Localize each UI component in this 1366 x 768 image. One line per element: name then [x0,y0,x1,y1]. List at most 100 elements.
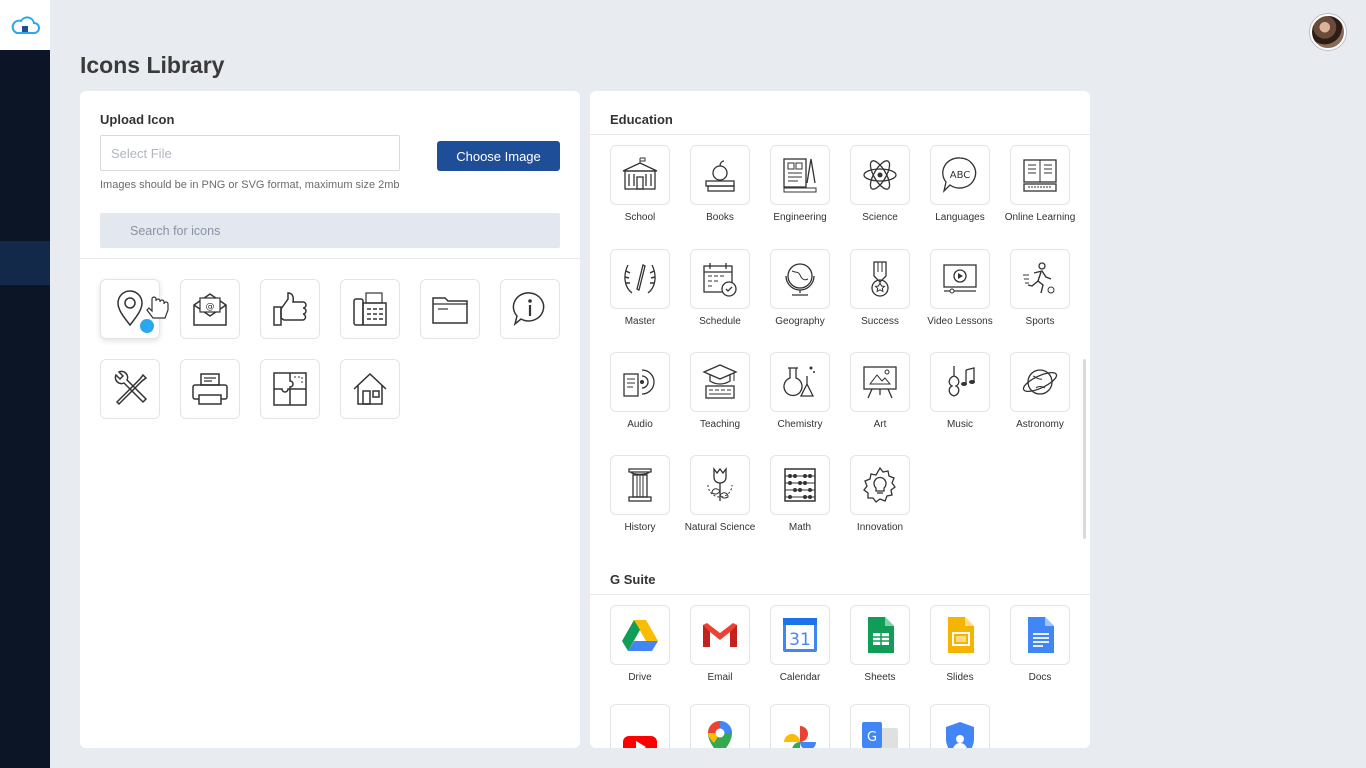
category-label: Languages [935,212,985,223]
choose-image-button[interactable]: Choose Image [437,141,560,171]
rail-active-item[interactable] [0,241,50,285]
youtube-icon [623,736,657,748]
category-label: Chemistry [777,419,823,430]
category-item-sheets[interactable]: Sheets [850,605,910,684]
category-item-music[interactable]: Music [930,352,990,431]
category-item-natural-science[interactable]: Natural Science [685,455,755,534]
drive-icon [622,620,658,651]
category-label: Innovation [856,522,904,533]
house-icon-tile[interactable] [340,359,400,419]
category-item-translate[interactable]: G [850,704,910,748]
translate-icon: G [862,722,898,748]
books-icon [705,160,735,192]
translate-glyph: G [867,730,877,745]
category-item-docs[interactable]: Docs [1010,605,1070,684]
category-label: History [624,522,656,533]
folder-icon-tile[interactable] [420,279,480,339]
category-item-innovation[interactable]: Innovation [850,455,910,534]
calendar-icon: 31 [783,618,817,652]
divider [590,134,1090,135]
easel-icon [863,366,897,399]
category-label: Master [624,316,656,327]
thumbs-up-icon-tile[interactable] [260,279,320,339]
online-learning-icon [1023,159,1057,192]
category-item-sports[interactable]: Sports [1010,249,1070,328]
category-label: Art [873,419,887,430]
category-label: Books [706,212,734,223]
category-item-books[interactable]: Books [690,145,750,224]
violin-icon [948,366,975,397]
engineering-icon [783,158,817,193]
category-item-art[interactable]: Art [850,352,910,431]
category-label: Geography [775,316,825,327]
category-item-maps[interactable] [690,704,750,748]
page-title: Icons Library [80,52,225,78]
printer-icon [192,373,228,405]
category-item-astronomy[interactable]: Astronomy [1010,352,1070,431]
photos-icon [784,726,816,748]
category-label: Sheets [864,672,896,683]
puzzle-icon [273,372,307,406]
planet-icon [1022,369,1058,395]
flask-icon [783,366,815,397]
mail-icon-tile[interactable]: @ [180,279,240,339]
globe-icon [785,263,815,296]
category-label: Success [861,316,899,327]
gsuite-section-title: G Suite [610,572,656,587]
category-label: Schedule [699,316,741,327]
category-label: Music [946,419,974,430]
category-label: Math [788,522,812,533]
printer-icon-tile[interactable] [180,359,240,419]
category-item-success[interactable]: Success [850,249,910,328]
category-item-admin[interactable] [930,704,990,748]
category-item-teaching[interactable]: Teaching [690,352,750,431]
category-item-photos[interactable] [770,704,830,748]
category-item-video-lessons[interactable]: Video Lessons [927,249,993,328]
puzzle-icon-tile[interactable] [260,359,320,419]
fax-icon-tile[interactable] [340,279,400,339]
category-item-online-learning[interactable]: Online Learning [1005,145,1075,224]
languages-icon: ABC [942,157,977,194]
category-item-schedule[interactable]: Schedule [690,249,750,328]
avatar[interactable] [1310,14,1346,50]
category-item-youtube[interactable] [610,704,670,748]
category-item-science[interactable]: Science [850,145,910,224]
category-item-engineering[interactable]: Engineering [770,145,830,224]
tools-icon [114,370,148,406]
hand-cursor-icon [146,296,169,319]
category-label: Audio [627,419,653,430]
category-item-calendar[interactable]: 31 Calendar [770,605,830,684]
divider [80,258,580,259]
category-label: Slides [946,672,974,683]
info-bubble-icon-tile[interactable] [500,279,560,339]
category-item-email[interactable]: Email [690,605,750,684]
upload-panel: Upload Icon Choose Image Images should b… [80,91,580,748]
category-label: Astronomy [1016,419,1064,430]
category-item-chemistry[interactable]: Chemistry [770,352,830,431]
category-label: Drive [628,672,652,683]
category-item-school[interactable]: School [610,145,670,224]
category-label: Natural Science [684,522,756,533]
category-item-math[interactable]: Math [770,455,830,534]
tools-icon-tile[interactable] [100,359,160,419]
category-item-audio[interactable]: Audio [610,352,670,431]
category-item-slides[interactable]: Slides [930,605,990,684]
app-logo[interactable] [0,0,50,50]
category-item-master[interactable]: Master [610,249,670,328]
category-label: Docs [1028,672,1052,683]
svg-text:@: @ [206,302,215,312]
video-icon [943,264,977,294]
file-input[interactable] [100,135,400,171]
scrollbar[interactable] [1083,359,1086,539]
category-item-languages[interactable]: ABC Languages [930,145,990,224]
house-icon [353,372,387,405]
category-label: Calendar [779,672,821,683]
search-input[interactable] [100,213,560,248]
category-item-history[interactable]: History [610,455,670,534]
teaching-icon [702,364,738,399]
slides-icon [948,617,974,653]
category-item-drive[interactable]: Drive [610,605,670,684]
category-item-geography[interactable]: Geography [770,249,830,328]
category-label: School [624,212,656,223]
category-label: Online Learning [1004,212,1076,223]
